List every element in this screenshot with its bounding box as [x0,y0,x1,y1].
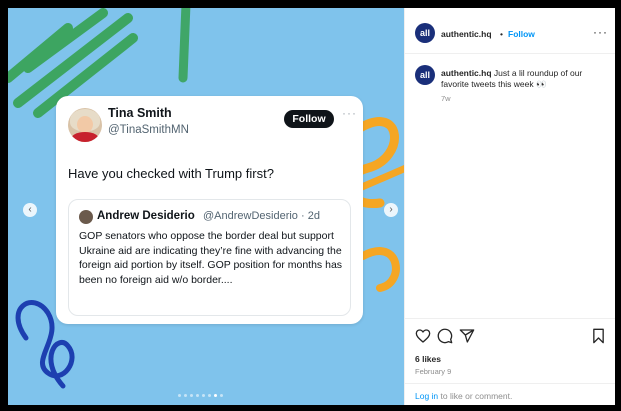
login-link[interactable]: Log in [415,391,438,401]
header-divider [405,53,615,54]
carousel-dot [202,394,205,397]
bookmark-icon[interactable] [591,328,606,344]
quoted-author-handle: @AndrewDesiderio · 2d [203,210,320,222]
carousel-dot [184,394,187,397]
share-icon[interactable] [459,328,475,344]
login-prompt: Log in to like or comment. [415,391,512,401]
footer-divider [405,383,615,384]
carousel-dot [214,394,217,397]
comment-icon[interactable] [437,328,453,344]
caption: authentic.hq Just a lil roundup of our f… [441,68,601,90]
post-side-panel: all authentic.hq • Follow ··· all authen… [404,8,615,405]
carousel-prev-icon[interactable]: ‹ [23,203,37,217]
actions-divider [405,318,615,319]
tweet-follow-button: Follow [284,110,334,128]
account-username[interactable]: authentic.hq [441,29,492,39]
quoted-tweet-text: GOP senators who oppose the border deal … [79,230,343,286]
more-options-icon[interactable]: ··· [593,25,608,39]
carousel-dot [196,394,199,397]
post-media: Tina Smith @TinaSmithMN Follow ··· Have … [8,8,404,405]
post-date: February 9 [415,367,452,376]
follow-link[interactable]: Follow [508,29,535,39]
tweet-author-name: Tina Smith [108,106,172,120]
heart-icon[interactable] [415,328,431,344]
quoted-tweet: Andrew Desiderio @AndrewDesiderio · 2d G… [68,199,351,316]
quoted-avatar [79,210,93,224]
carousel-dot [220,394,223,397]
carousel-dot [178,394,181,397]
caption-username[interactable]: authentic.hq [441,68,492,78]
separator-dot: • [500,29,503,39]
account-avatar[interactable]: all [415,23,435,43]
carousel-dot [190,394,193,397]
tweet-avatar [68,108,102,142]
tweet-text: Have you checked with Trump first? [68,166,274,181]
caption-avatar[interactable]: all [415,65,435,85]
carousel-dot [208,394,211,397]
tweet-card: Tina Smith @TinaSmithMN Follow ··· Have … [56,96,363,324]
tweet-author-handle: @TinaSmithMN [108,124,189,136]
post-modal: Tina Smith @TinaSmithMN Follow ··· Have … [8,8,615,405]
caption-timestamp: 7w [441,94,451,103]
more-icon: ··· [342,106,357,120]
quoted-author-name: Andrew Desiderio [97,210,195,222]
likes-count[interactable]: 6 likes [415,354,441,364]
carousel-next-icon[interactable]: › [384,203,398,217]
login-prompt-text: to like or comment. [438,391,513,401]
